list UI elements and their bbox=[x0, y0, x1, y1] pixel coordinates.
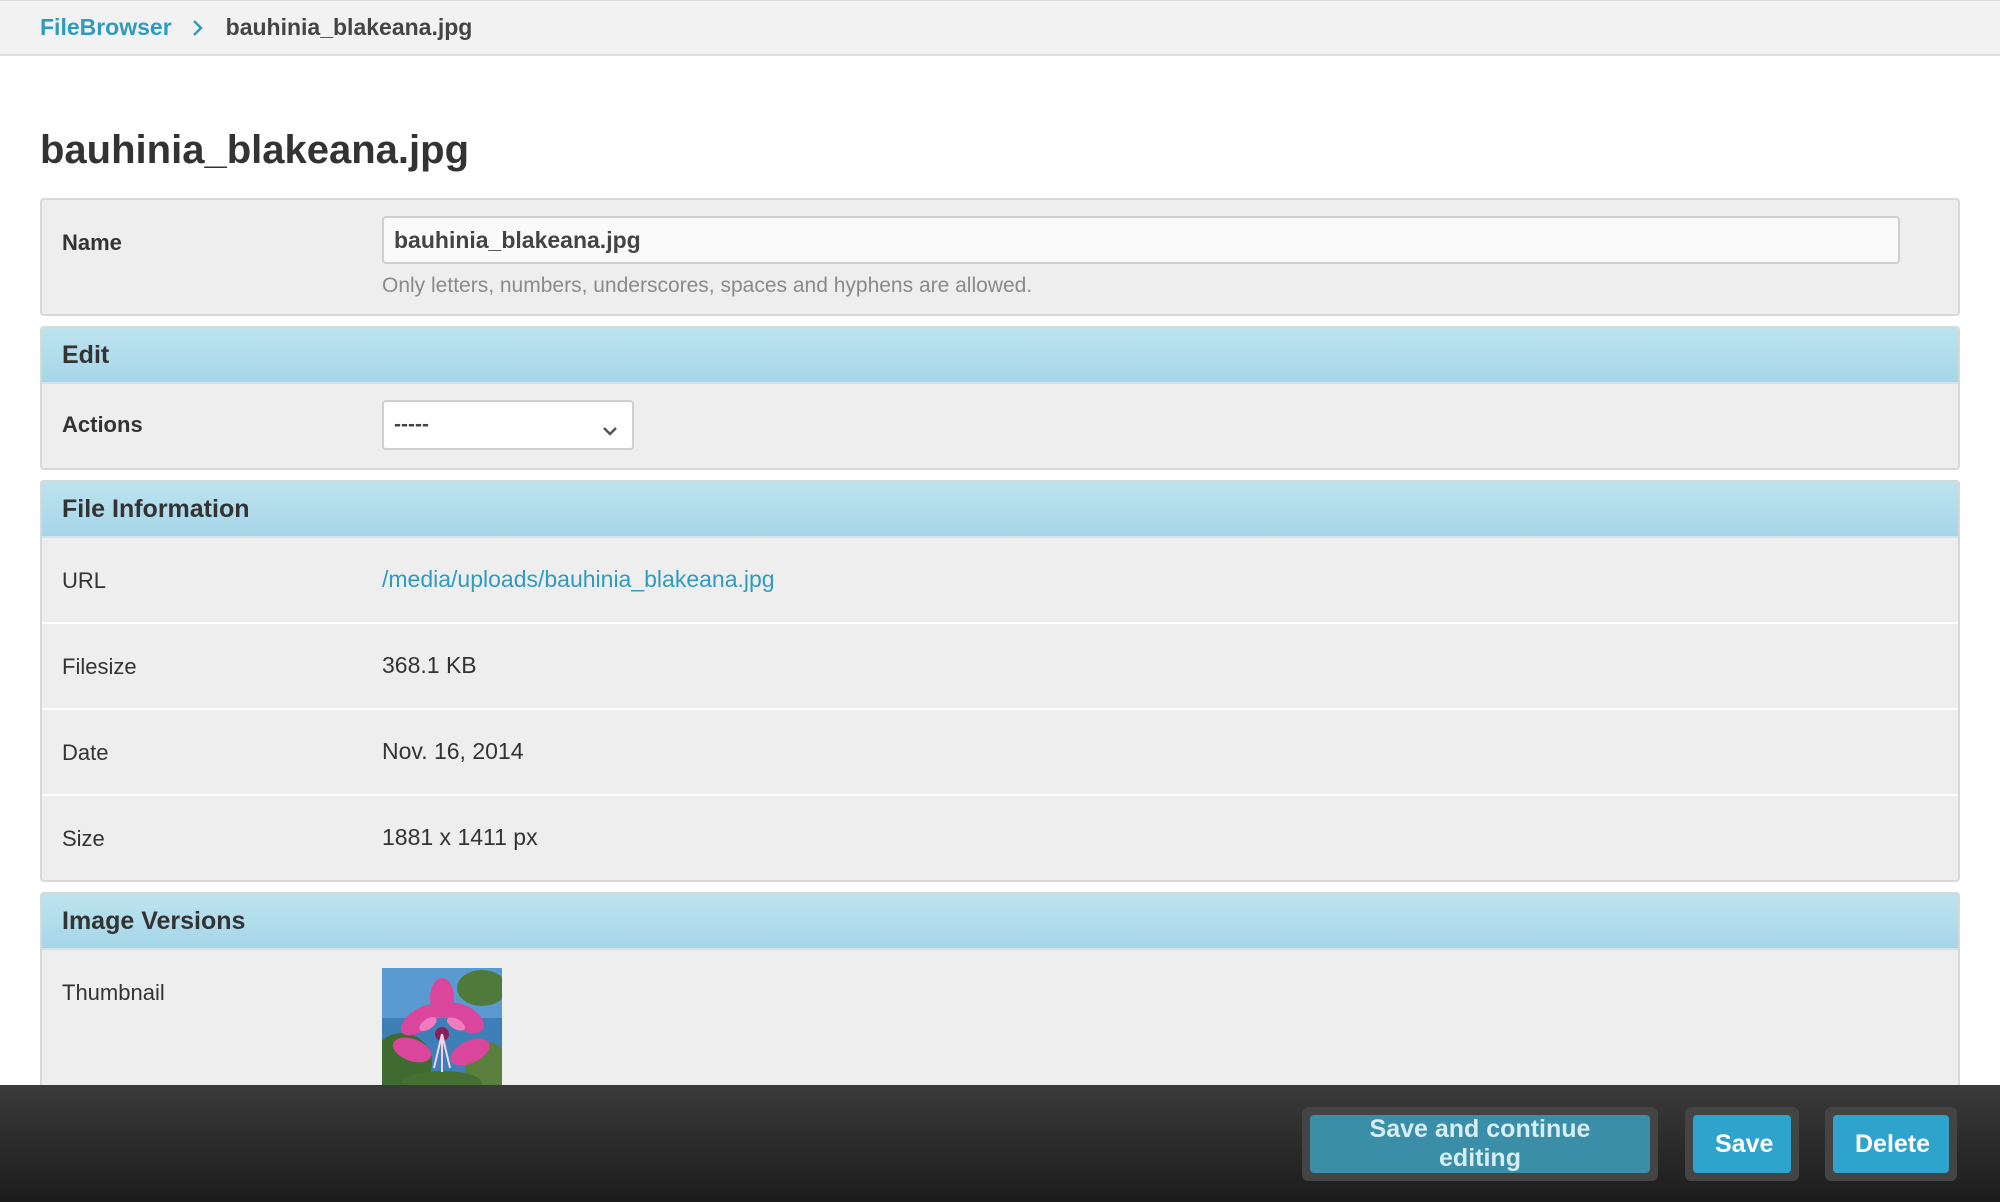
actions-row: Actions ----- bbox=[42, 384, 1958, 468]
actions-label: Actions bbox=[62, 412, 143, 437]
chevron-down-icon bbox=[602, 419, 618, 443]
actions-selected-value: ----- bbox=[394, 413, 429, 436]
thumbnail-label: Thumbnail bbox=[62, 980, 165, 1005]
name-label: Name bbox=[62, 230, 122, 255]
submit-bar: Save and continue editing Save Delete bbox=[0, 1085, 2000, 1202]
size-label: Size bbox=[62, 826, 105, 851]
thumbnail-image[interactable] bbox=[382, 968, 502, 1088]
page-title: bauhinia_blakeana.jpg bbox=[40, 128, 470, 172]
breadcrumb: FileBrowser bauhinia_blakeana.jpg bbox=[0, 0, 2000, 56]
delete-button[interactable]: Delete bbox=[1833, 1115, 1949, 1173]
filesize-value: 368.1 KB bbox=[382, 652, 477, 678]
file-info-row: URL /media/uploads/bauhinia_blakeana.jpg bbox=[42, 538, 1958, 624]
image-versions-header: Image Versions bbox=[42, 894, 1958, 950]
delete-button-wrap: Delete bbox=[1825, 1107, 1957, 1181]
save-button[interactable]: Save bbox=[1693, 1115, 1791, 1173]
edit-header: Edit bbox=[42, 328, 1958, 384]
name-module: Name Only letters, numbers, underscores,… bbox=[40, 198, 1960, 316]
breadcrumb-filebrowser-link[interactable]: FileBrowser bbox=[40, 14, 172, 41]
file-info-module: File Information URL /media/uploads/bauh… bbox=[40, 480, 1960, 882]
actions-select[interactable]: ----- bbox=[382, 400, 634, 450]
size-value: 1881 x 1411 px bbox=[382, 824, 538, 850]
url-label: URL bbox=[62, 568, 107, 593]
name-input[interactable] bbox=[382, 216, 1900, 264]
file-info-row: Date Nov. 16, 2014 bbox=[42, 710, 1958, 796]
date-label: Date bbox=[62, 740, 109, 765]
date-value: Nov. 16, 2014 bbox=[382, 738, 524, 764]
filesize-label: Filesize bbox=[62, 654, 137, 679]
breadcrumb-current: bauhinia_blakeana.jpg bbox=[225, 14, 473, 40]
name-row: Name Only letters, numbers, underscores,… bbox=[42, 200, 1958, 314]
file-info-header: File Information bbox=[42, 482, 1958, 538]
edit-module: Edit Actions ----- bbox=[40, 326, 1960, 470]
file-info-row: Filesize 368.1 KB bbox=[42, 624, 1958, 710]
file-url-link[interactable]: /media/uploads/bauhinia_blakeana.jpg bbox=[382, 566, 775, 593]
file-info-row: Size 1881 x 1411 px bbox=[42, 796, 1958, 880]
chevron-right-icon bbox=[192, 19, 204, 37]
name-help-text: Only letters, numbers, underscores, spac… bbox=[382, 274, 1033, 297]
save-button-wrap: Save bbox=[1685, 1107, 1799, 1181]
save-continue-button-wrap: Save and continue editing bbox=[1302, 1107, 1658, 1181]
save-continue-button[interactable]: Save and continue editing bbox=[1310, 1115, 1650, 1173]
